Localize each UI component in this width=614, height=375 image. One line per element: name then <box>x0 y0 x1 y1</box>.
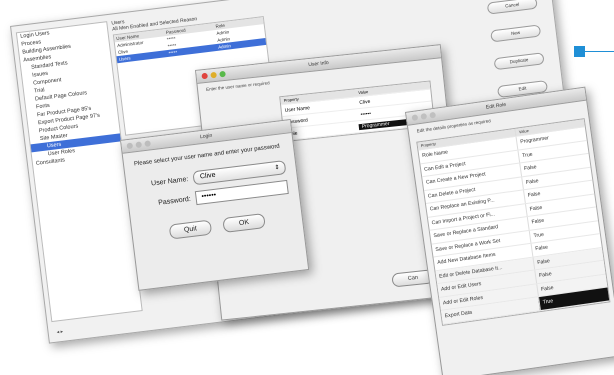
callout-marker-icon <box>574 46 585 57</box>
cancel-button[interactable]: Cancel <box>486 0 538 15</box>
quit-button[interactable]: Quit <box>168 219 213 240</box>
callout-line <box>585 51 614 52</box>
login-window: Login Please select your user name and e… <box>120 119 310 291</box>
username-value: Clive <box>199 171 216 181</box>
duplicate-button[interactable]: Duplicate <box>493 52 545 71</box>
ok-button[interactable]: OK <box>222 212 266 234</box>
new-button[interactable]: New <box>490 24 542 43</box>
stepper-arrows-icon: ⇕ <box>274 164 280 172</box>
screenshot-stage: Login Users Process Building Assemblies Ass… <box>0 0 614 375</box>
edit-role-window: Edit Role Edit the details properties as… <box>405 86 614 375</box>
password-field[interactable]: •••••• <box>194 179 289 206</box>
username-label: User Name: <box>150 175 189 187</box>
password-label: Password: <box>157 195 192 207</box>
role-property-table[interactable]: Property Value Role Name Programmer Can Edit… <box>416 118 611 326</box>
scroll-left-icon[interactable]: ◂ ▸ <box>56 329 63 336</box>
login-button-row: Quit OK <box>132 208 303 244</box>
